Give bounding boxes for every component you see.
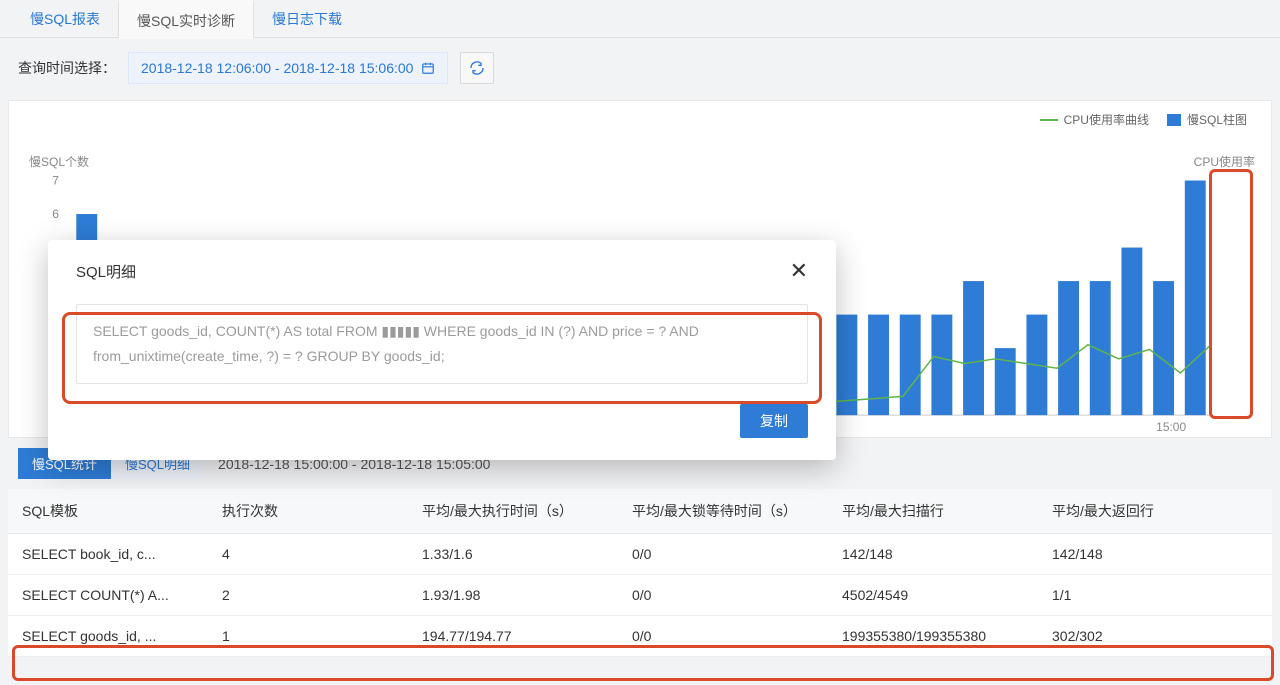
close-icon: ✕: [790, 258, 808, 283]
sql-detail-modal: SQL明细 ✕ SELECT goods_id, COUNT(*) AS tot…: [48, 240, 836, 460]
modal-close-button[interactable]: ✕: [790, 260, 808, 282]
copy-button[interactable]: 复制: [740, 404, 808, 438]
modal-title: SQL明细: [76, 261, 136, 282]
sql-text-box[interactable]: SELECT goods_id, COUNT(*) AS total FROM …: [76, 304, 808, 384]
